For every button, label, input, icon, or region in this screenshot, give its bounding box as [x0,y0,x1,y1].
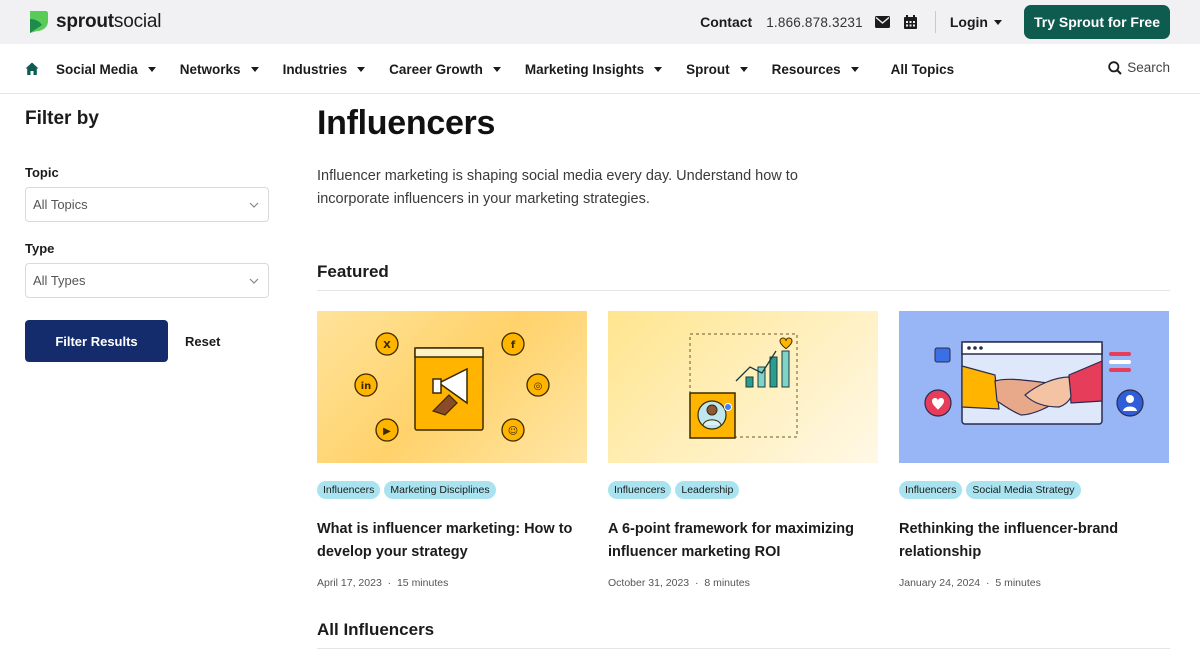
svg-text:▶: ▶ [383,426,391,437]
topic-select[interactable]: All Topics [25,187,269,222]
roi-chart-illustration [689,333,798,439]
chevron-down-icon [492,66,501,72]
logo-text-light: social [113,11,162,32]
nav-social-media[interactable]: Social Media [56,62,156,77]
nav-networks[interactable]: Networks [180,62,259,77]
article-meta: October 31, 2023 · 8 minutes [608,577,750,589]
article-card[interactable]: Influencers Leadership A 6-point framewo… [608,311,878,589]
chevron-down-icon [357,66,366,72]
chevron-down-icon[interactable] [993,19,1002,25]
phone-number[interactable]: 1.866.878.3231 [766,15,863,30]
nav-career-growth[interactable]: Career Growth [389,62,501,77]
page-intro: Influencer marketing is shaping social m… [317,168,798,207]
svg-text:☺: ☺ [508,426,518,437]
sprout-leaf-icon [30,11,48,33]
type-select[interactable]: All Types [25,263,269,298]
chevron-down-icon [249,278,259,284]
try-free-button[interactable]: Try Sprout for Free [1023,5,1170,39]
search-icon [1108,60,1122,75]
article-title[interactable]: Rethinking the influencer-brand relation… [899,518,1169,564]
chevron-down-icon [250,66,259,72]
tag-social-media-strategy[interactable]: Social Media Strategy [966,481,1081,499]
home-icon[interactable] [25,62,39,76]
svg-text:X: X [383,340,391,351]
page-title: Influencers [317,104,496,142]
tag-marketing-disciplines[interactable]: Marketing Disciplines [384,481,496,499]
contact-link[interactable]: Contact [700,14,752,30]
article-card[interactable]: Xf in ◎ ▶ ☺ Influencers Marketing Discipli… [317,311,587,589]
nav-resources[interactable]: Resources [772,62,859,77]
mail-icon[interactable] [875,14,891,30]
article-thumbnail[interactable]: Xf in ◎ ▶ ☺ [317,311,587,463]
svg-text:in: in [361,381,372,392]
logo-text-bold: sprout [56,11,114,32]
article-thumbnail[interactable] [899,311,1169,463]
all-influencers-heading: All Influencers [317,620,435,639]
calendar-icon[interactable] [903,14,919,30]
login-menu[interactable]: Login [950,14,988,30]
article-thumbnail[interactable] [608,311,878,463]
chevron-down-icon [739,66,748,72]
filter-sidebar: Filter by Topic All Topics Type All Type… [25,108,269,362]
topic-label: Topic [25,165,59,180]
chevron-down-icon [850,66,859,72]
tag-influencers[interactable]: Influencers [608,481,672,499]
sprout-social-logo[interactable]: sproutsocial [26,8,161,36]
chevron-down-icon [654,66,663,72]
handshake-illustration [924,341,1144,425]
article-title[interactable]: What is influencer marketing: How to dev… [317,518,587,564]
svg-text:◎: ◎ [534,381,543,392]
utility-bar: sproutsocial Contact 1.866.878.3231 Logi… [0,0,1200,44]
chevron-down-icon [249,202,259,208]
chevron-down-icon [147,66,156,72]
search-label: Search [1127,60,1170,75]
featured-heading: Featured [317,262,389,281]
nav-all-topics[interactable]: All Topics [891,62,955,77]
type-label: Type [25,241,55,256]
nav-sprout[interactable]: Sprout [686,62,748,77]
nav-industries[interactable]: Industries [283,62,366,77]
article-meta: April 17, 2023 · 15 minutes [317,577,449,589]
main-navigation: Social Media Networks Industries Career … [0,44,1200,94]
article-card[interactable]: Influencers Social Media Strategy Rethin… [899,311,1169,589]
filter-title: Filter by [25,108,99,129]
nav-marketing-insights[interactable]: Marketing Insights [525,62,663,77]
tag-influencers[interactable]: Influencers [317,481,381,499]
svg-text:f: f [511,340,516,351]
search-button[interactable]: Search [1108,60,1170,75]
article-title[interactable]: A 6-point framework for maximizing influ… [608,518,878,564]
type-select-value: All Types [33,273,86,288]
filter-results-button[interactable]: Filter Results [25,320,168,362]
megaphone-social-illustration: Xf in ◎ ▶ ☺ [354,332,550,442]
reset-button[interactable]: Reset [185,334,220,349]
tag-leadership[interactable]: Leadership [675,481,740,499]
main-content: Influencers Influencer marketing is shap… [317,104,1170,589]
featured-cards: Xf in ◎ ▶ ☺ Influencers Marketing Discipli… [317,311,1170,589]
tag-influencers[interactable]: Influencers [899,481,963,499]
topic-select-value: All Topics [33,197,88,212]
topbar-divider [934,11,936,33]
article-meta: January 24, 2024 · 5 minutes [899,577,1041,589]
